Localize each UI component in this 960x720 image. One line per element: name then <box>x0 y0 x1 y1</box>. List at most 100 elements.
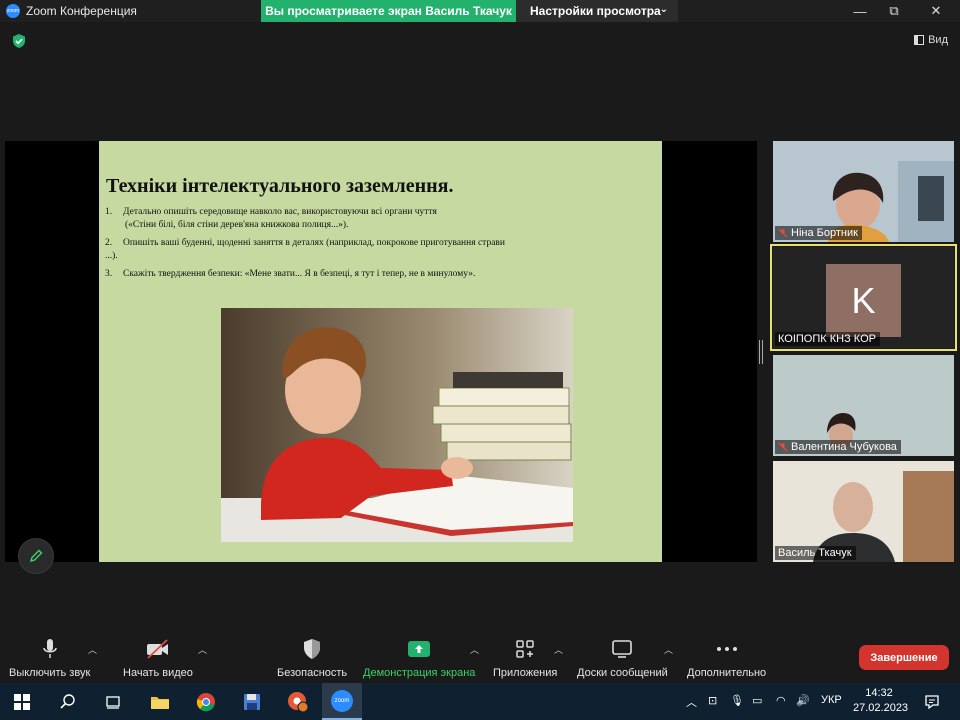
view-grid-icon <box>914 35 925 45</box>
slide-photo-boy-with-books <box>221 308 573 542</box>
share-options-caret-icon[interactable]: ︿ <box>470 643 479 656</box>
slide-item: 3. Скажіть твердження безпеки: «Мене зват… <box>105 268 505 281</box>
apps-button[interactable]: Приложения <box>493 637 557 679</box>
security-shield-icon <box>302 637 322 661</box>
close-icon: ✕ <box>930 3 942 18</box>
security-label: Безопасность <box>277 667 348 679</box>
share-banner-text: Вы просматриваете экран Василь Ткачук <box>265 4 512 18</box>
participant-tile[interactable]: K КОІПОПК КНЗ КОР <box>770 244 957 351</box>
taskbar-search-button[interactable] <box>48 683 88 720</box>
slide-item: 1. Детально опишіть середовище навколо ва… <box>105 206 505 232</box>
input-language[interactable]: УКР <box>821 694 842 706</box>
audio-options-caret-icon[interactable]: ︿ <box>88 643 97 656</box>
view-button-label: Вид <box>928 34 948 46</box>
apps-label: Приложения <box>493 667 558 679</box>
maximize-button[interactable]: ⧉ <box>876 0 912 22</box>
save-app-taskbar-button[interactable] <box>232 683 272 720</box>
more-button[interactable]: Дополнительно <box>687 637 766 679</box>
microphone-icon <box>41 637 59 661</box>
panel-resize-handle[interactable] <box>759 340 763 364</box>
participant-avatar: K <box>826 264 901 337</box>
slide-list: 1. Детально опишіть середовище навколо ва… <box>105 206 505 286</box>
mic-muted-icon <box>778 442 788 452</box>
start-button[interactable] <box>2 683 42 720</box>
slide-item-text: Детально опишіть середовище навколо вас,… <box>123 207 437 217</box>
share-screen-label: Демонстрация экрана <box>363 667 476 679</box>
floppy-disk-icon <box>244 693 260 710</box>
minimize-button[interactable]: — <box>842 0 878 22</box>
zoom-app-icon-text: zoom <box>334 697 350 704</box>
zoom-logo-text: zoom <box>6 8 20 14</box>
slide-item-text: Скажіть твердження безпеки: «Мене звати.… <box>123 269 476 279</box>
participant-tile[interactable]: Василь Ткачук <box>773 461 954 562</box>
volume-icon[interactable]: 🔊 <box>796 694 810 707</box>
chrome-profile-icon <box>288 691 309 712</box>
whiteboard-icon <box>611 637 633 661</box>
start-video-button[interactable]: Начать видео <box>123 637 193 679</box>
system-clock[interactable]: 14:32 27.02.2023 <box>853 686 909 716</box>
annotate-button[interactable] <box>18 538 54 574</box>
slide-item: 2. Опишіть ваші буденні, щоденні заняття … <box>105 237 505 263</box>
clock-time: 14:32 <box>865 687 893 699</box>
maximize-icon: ⧉ <box>889 3 899 18</box>
share-screen-button[interactable]: Демонстрация экрана <box>363 637 475 679</box>
folder-icon <box>151 696 169 709</box>
end-meeting-label: Завершение <box>870 651 938 664</box>
security-button[interactable]: Безопасность <box>277 637 347 679</box>
windows-logo-icon <box>14 693 30 710</box>
mute-button[interactable]: Выключить звук <box>9 637 90 679</box>
view-button[interactable]: Вид <box>914 34 948 46</box>
meeting-toolbar: Выключить звук ︿ Начать видео ︿ Безопасн… <box>0 629 960 683</box>
video-off-icon <box>145 637 171 661</box>
participant-name-label: Валентина Чубукова <box>775 440 901 454</box>
video-options-caret-icon[interactable]: ︿ <box>198 643 207 656</box>
chevron-down-icon: ⌄ <box>659 4 668 15</box>
zoom-app-icon: zoom <box>331 689 353 712</box>
tray-app-icon[interactable]: ⊡ <box>708 694 717 707</box>
view-settings-label: Настройки просмотра <box>530 4 661 18</box>
notifications-button[interactable] <box>912 683 952 720</box>
chrome-profile-taskbar-button[interactable] <box>278 683 318 720</box>
presentation-slide: Техніки інтелектуального заземлення. 1. Д… <box>99 141 662 562</box>
participant-tile[interactable]: Валентина Чубукова <box>773 355 954 456</box>
battery-icon[interactable]: ▭ <box>752 694 762 707</box>
encryption-shield-icon[interactable] <box>11 33 27 49</box>
start-video-label: Начать видео <box>123 667 193 679</box>
wifi-icon[interactable]: ◠ <box>776 694 786 707</box>
tray-mic-icon[interactable]: 🎙 <box>730 694 744 707</box>
mic-muted-icon <box>778 228 788 238</box>
participant-name: Валентина Чубукова <box>791 441 897 453</box>
mute-button-label: Выключить звук <box>9 667 91 679</box>
file-explorer-taskbar-button[interactable] <box>140 683 180 720</box>
close-window-button[interactable]: ✕ <box>918 0 954 22</box>
slide-item-continuation: («Стіни білі, біля стіни дерев'яна книжк… <box>125 220 349 230</box>
participant-name-label: Василь Ткачук <box>775 546 856 560</box>
participant-tile[interactable]: Ніна Бортник <box>773 141 954 242</box>
app-title: Zoom Конференция <box>26 4 137 18</box>
end-meeting-button[interactable]: Завершение <box>859 645 949 670</box>
whiteboards-button[interactable]: Доски сообщений <box>577 637 668 679</box>
task-view-button[interactable] <box>93 683 133 720</box>
whiteboard-options-caret-icon[interactable]: ︿ <box>664 643 673 656</box>
apps-options-caret-icon[interactable]: ︿ <box>554 643 563 656</box>
minimize-icon: — <box>853 3 867 19</box>
chrome-icon <box>196 692 215 711</box>
participant-name-label: Ніна Бортник <box>775 226 862 240</box>
view-settings-button[interactable]: Настройки просмотра ⌄ <box>516 0 678 22</box>
clock-date: 27.02.2023 <box>853 702 909 714</box>
slide-title: Техніки інтелектуального заземлення. <box>106 175 454 197</box>
more-dots-icon <box>716 637 738 661</box>
participant-name-label: КОІПОПК КНЗ КОР <box>775 332 880 346</box>
pencil-icon <box>29 549 43 563</box>
slide-item-text: Опишіть ваші буденні, щоденні заняття в … <box>105 238 505 261</box>
zoom-taskbar-button[interactable]: zoom <box>322 683 362 720</box>
show-hidden-icons-button[interactable]: ︿ <box>686 694 697 710</box>
screen-share-banner: Вы просматриваете экран Василь Ткачук <box>261 0 516 22</box>
whiteboards-label: Доски сообщений <box>577 667 668 679</box>
participant-name: КОІПОПК КНЗ КОР <box>778 333 876 345</box>
search-icon <box>60 693 75 709</box>
chrome-taskbar-button[interactable] <box>186 683 226 720</box>
zoom-logo-icon: zoom <box>6 4 20 18</box>
share-screen-icon <box>407 637 431 661</box>
participant-name: Василь Ткачук <box>778 547 852 559</box>
